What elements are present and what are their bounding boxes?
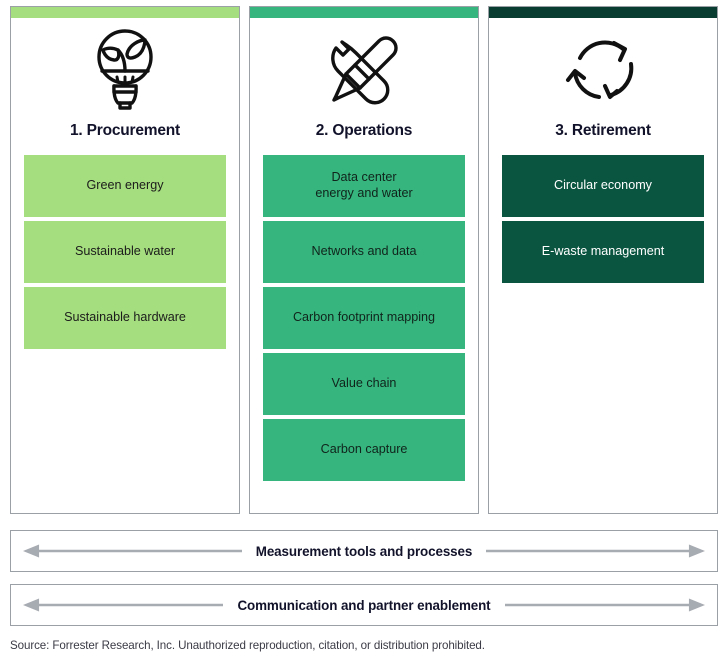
column-body-procurement: 1. Procurement Green energy Sustainable wa… [11, 18, 239, 513]
column-accent-bar-operations [250, 7, 478, 18]
item-box[interactable]: Carbon capture [263, 419, 465, 482]
column-body-operations: 2. Operations Data center energy and wate… [250, 18, 478, 513]
item-box[interactable]: Networks and data [263, 221, 465, 284]
item-label: E-waste management [541, 244, 665, 259]
band-label-measurement: Measurement tools and processes [241, 543, 487, 559]
column-procurement: 1. Procurement Green energy Sustainable wa… [10, 6, 240, 514]
item-label: Sustainable water [74, 244, 176, 259]
lifecycle-columns: 1. Procurement Green energy Sustainable wa… [10, 6, 718, 514]
column-icon-wrap-retirement [502, 18, 704, 122]
column-body-retirement: 3. Retirement Circular economy E-waste man… [489, 18, 717, 513]
item-box[interactable]: Value chain [263, 353, 465, 416]
item-box[interactable]: Sustainable water [24, 221, 226, 284]
column-items-procurement: Green energy Sustainable water Sustainable… [24, 155, 226, 350]
item-label: Value chain [331, 376, 397, 391]
item-label: Carbon footprint mapping [292, 310, 436, 325]
item-box[interactable]: Data center energy and water [263, 155, 465, 218]
column-operations: 2. Operations Data center energy and wate… [249, 6, 479, 514]
source-note: Source: Forrester Research, Inc. Unautho… [10, 639, 485, 652]
column-items-retirement: Circular economy E-waste management [502, 155, 704, 284]
column-items-operations: Data center energy and water Networks and… [263, 155, 465, 482]
item-box[interactable]: Carbon footprint mapping [263, 287, 465, 350]
lightbulb-plant-icon [97, 29, 153, 110]
item-label: Sustainable hardware [64, 310, 186, 325]
item-label: Carbon capture [320, 442, 408, 457]
column-title-operations: 2. Operations [315, 122, 413, 139]
column-icon-wrap-procurement [24, 18, 226, 122]
item-box[interactable]: E-waste management [502, 221, 704, 284]
item-label: Networks and data [311, 244, 417, 259]
band-measurement: Measurement tools and processes [10, 530, 718, 572]
diagram-canvas: 1. Procurement Green energy Sustainable wa… [0, 0, 728, 662]
band-communication: Communication and partner enablement [10, 584, 718, 626]
cross-cutting-bands: Measurement tools and processes Communica… [10, 530, 718, 638]
column-title-procurement: 1. Procurement [69, 122, 181, 139]
column-icon-wrap-operations [263, 18, 465, 122]
band-label-communication: Communication and partner enablement [223, 597, 505, 613]
item-label: Data center energy and water [315, 170, 413, 201]
circular-arrows-icon [566, 40, 634, 99]
column-title-retirement: 3. Retirement [555, 122, 651, 139]
item-label: Circular economy [554, 178, 652, 193]
column-accent-bar-procurement [11, 7, 239, 18]
item-box[interactable]: Circular economy [502, 155, 704, 218]
item-box[interactable]: Sustainable hardware [24, 287, 226, 350]
column-accent-bar-retirement [489, 7, 717, 18]
wrench-screwdriver-icon [331, 36, 398, 105]
item-box[interactable]: Green energy [24, 155, 226, 218]
column-retirement: 3. Retirement Circular economy E-waste man… [488, 6, 718, 514]
item-label: Green energy [86, 178, 164, 193]
